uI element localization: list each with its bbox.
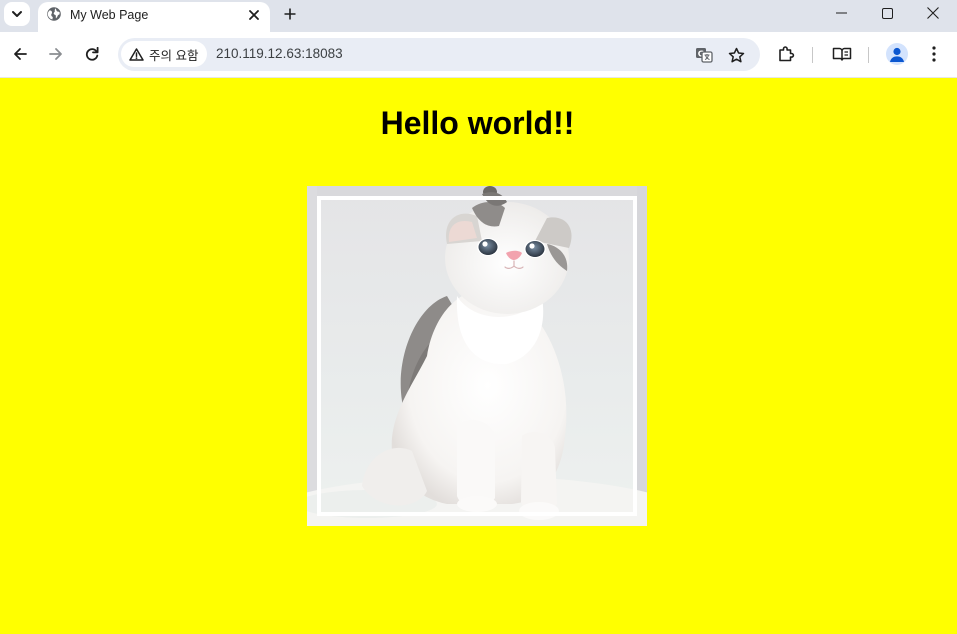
new-tab-button[interactable]: [278, 2, 302, 26]
menu-button[interactable]: [920, 40, 948, 68]
maximize-button[interactable]: [864, 0, 910, 26]
forward-arrow-icon: [49, 48, 62, 60]
globe-icon: [47, 7, 61, 21]
profile-icon: [890, 47, 904, 62]
warning-icon: [129, 47, 144, 61]
tab-active[interactable]: My Web Page: [38, 2, 270, 32]
reload-icon: [86, 47, 99, 61]
kitten-image: [307, 186, 647, 526]
translate-icon: G: [696, 48, 713, 63]
tab-title: My Web Page: [70, 8, 149, 22]
translate-button[interactable]: G: [691, 42, 717, 68]
close-icon: [249, 10, 259, 20]
toolbar-separator: [812, 47, 813, 63]
menu-dots-icon: [932, 46, 936, 62]
star-icon: [728, 47, 744, 62]
security-chip[interactable]: 주의 요함: [121, 41, 207, 67]
reading-mode-button[interactable]: [828, 40, 856, 68]
forward-button[interactable]: [42, 40, 70, 68]
back-button[interactable]: [6, 40, 34, 68]
back-arrow-icon: [14, 48, 27, 60]
tab-strip: My Web Page: [0, 0, 957, 32]
extensions-button[interactable]: [772, 40, 800, 68]
security-chip-label: 주의 요함: [149, 48, 199, 63]
tab-search-icon: [12, 11, 22, 17]
reload-button[interactable]: [78, 40, 106, 68]
page-viewport: Hello world!!: [0, 78, 957, 634]
tab-search-button[interactable]: [4, 2, 30, 26]
reading-mode-icon: [832, 47, 852, 61]
url-text[interactable]: 210.119.12.63:18083: [216, 46, 343, 61]
window-close-button[interactable]: [910, 0, 956, 26]
toolbar-separator: [868, 47, 869, 63]
address-bar[interactable]: 주의 요함 210.119.12.63:18083 G: [118, 38, 760, 71]
browser-toolbar: 주의 요함 210.119.12.63:18083 G: [0, 32, 957, 78]
plus-icon: [284, 8, 296, 20]
extensions-icon: [779, 46, 795, 62]
page-heading: Hello world!!: [380, 105, 575, 141]
bookmark-star-button[interactable]: [723, 42, 749, 68]
close-tab-button[interactable]: [244, 5, 264, 25]
minimize-icon: [835, 12, 847, 14]
minimize-button[interactable]: [818, 0, 864, 26]
maximize-icon: [881, 7, 893, 19]
window-close-icon: [927, 7, 939, 19]
profile-button[interactable]: [886, 43, 908, 65]
